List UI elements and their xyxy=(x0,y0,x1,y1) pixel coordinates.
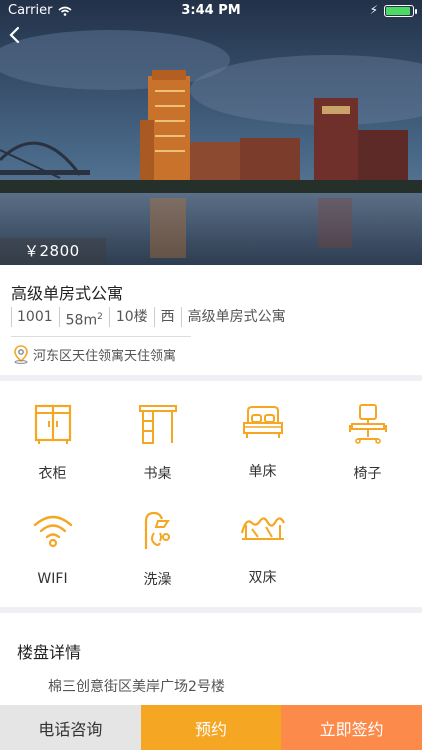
amenity-desk: 书桌 xyxy=(105,381,210,482)
amenity-label: 单床 xyxy=(248,464,277,480)
address-row[interactable]: 河东区天住领寓天住领寓 xyxy=(11,344,176,364)
call-consult-button[interactable]: 电话咨询 xyxy=(0,705,141,750)
address-divider xyxy=(11,336,191,337)
price-badge: ￥2800 xyxy=(0,238,106,264)
amenities-grid: 衣柜 书桌 单床 椅子 WIFI 洗澡 双床 xyxy=(0,381,422,607)
property-details: 楼盘详情 棉三创意街区美岸广场2号楼 xyxy=(0,613,422,705)
amenity-double-bed: 双床 xyxy=(210,487,315,587)
area-value: 58m xyxy=(65,312,98,329)
location-pin-icon xyxy=(14,345,28,364)
battery-icon xyxy=(384,5,417,17)
amenity-single-bed: 单床 xyxy=(210,381,315,481)
amenity-label: 书桌 xyxy=(143,466,172,482)
amenity-chair: 椅子 xyxy=(315,381,420,482)
single-bed-icon xyxy=(240,403,286,443)
amenity-label: WIFI xyxy=(37,571,68,587)
address-text: 河东区天住领寓天住领寓 xyxy=(33,348,177,364)
bottom-action-bar: 电话咨询 预约 立即签约 xyxy=(0,705,422,750)
double-bed-icon xyxy=(240,509,286,549)
status-time: 3:44 PM xyxy=(181,3,241,18)
tag-floor: 10楼 xyxy=(108,307,154,327)
amenity-label: 洗澡 xyxy=(143,572,172,588)
tag-orientation: 西 xyxy=(153,307,181,327)
chevron-left-icon xyxy=(9,26,20,44)
back-button[interactable] xyxy=(4,24,24,46)
amenity-label: 椅子 xyxy=(353,466,382,482)
charging-icon: ⚡ xyxy=(369,3,378,17)
city-photo xyxy=(0,0,422,265)
amenity-label: 双床 xyxy=(248,570,277,586)
chair-icon xyxy=(345,403,391,445)
listing-tags: 1001 58m2 10楼 西 高级单房式公寓 xyxy=(11,307,292,329)
amenity-label: 衣柜 xyxy=(38,466,67,482)
tag-room-number: 1001 xyxy=(11,307,59,327)
book-button[interactable]: 预约 xyxy=(140,705,282,750)
wardrobe-icon xyxy=(30,403,76,445)
status-bar: Carrier 3:44 PM ⚡ xyxy=(0,0,422,22)
desk-icon xyxy=(135,403,181,445)
amenity-wardrobe: 衣柜 xyxy=(0,381,105,482)
tag-area: 58m2 xyxy=(58,307,109,329)
area-unit-sup: 2 xyxy=(97,312,103,322)
hero-image: Carrier 3:44 PM ⚡ ￥2800 xyxy=(0,0,422,265)
listing-title: 高级单房式公寓 xyxy=(11,284,124,303)
details-heading: 楼盘详情 xyxy=(17,643,82,662)
sign-now-button[interactable]: 立即签约 xyxy=(281,705,422,750)
details-address: 棉三创意街区美岸广场2号楼 xyxy=(48,679,225,695)
amenity-wifi: WIFI xyxy=(0,487,105,587)
wifi-icon xyxy=(30,509,76,553)
shower-icon xyxy=(135,509,181,551)
tag-type: 高级单房式公寓 xyxy=(180,307,292,327)
listing-info: 高级单房式公寓 1001 58m2 10楼 西 高级单房式公寓 河东区天住领寓天… xyxy=(0,265,422,375)
amenity-shower: 洗澡 xyxy=(105,487,210,588)
